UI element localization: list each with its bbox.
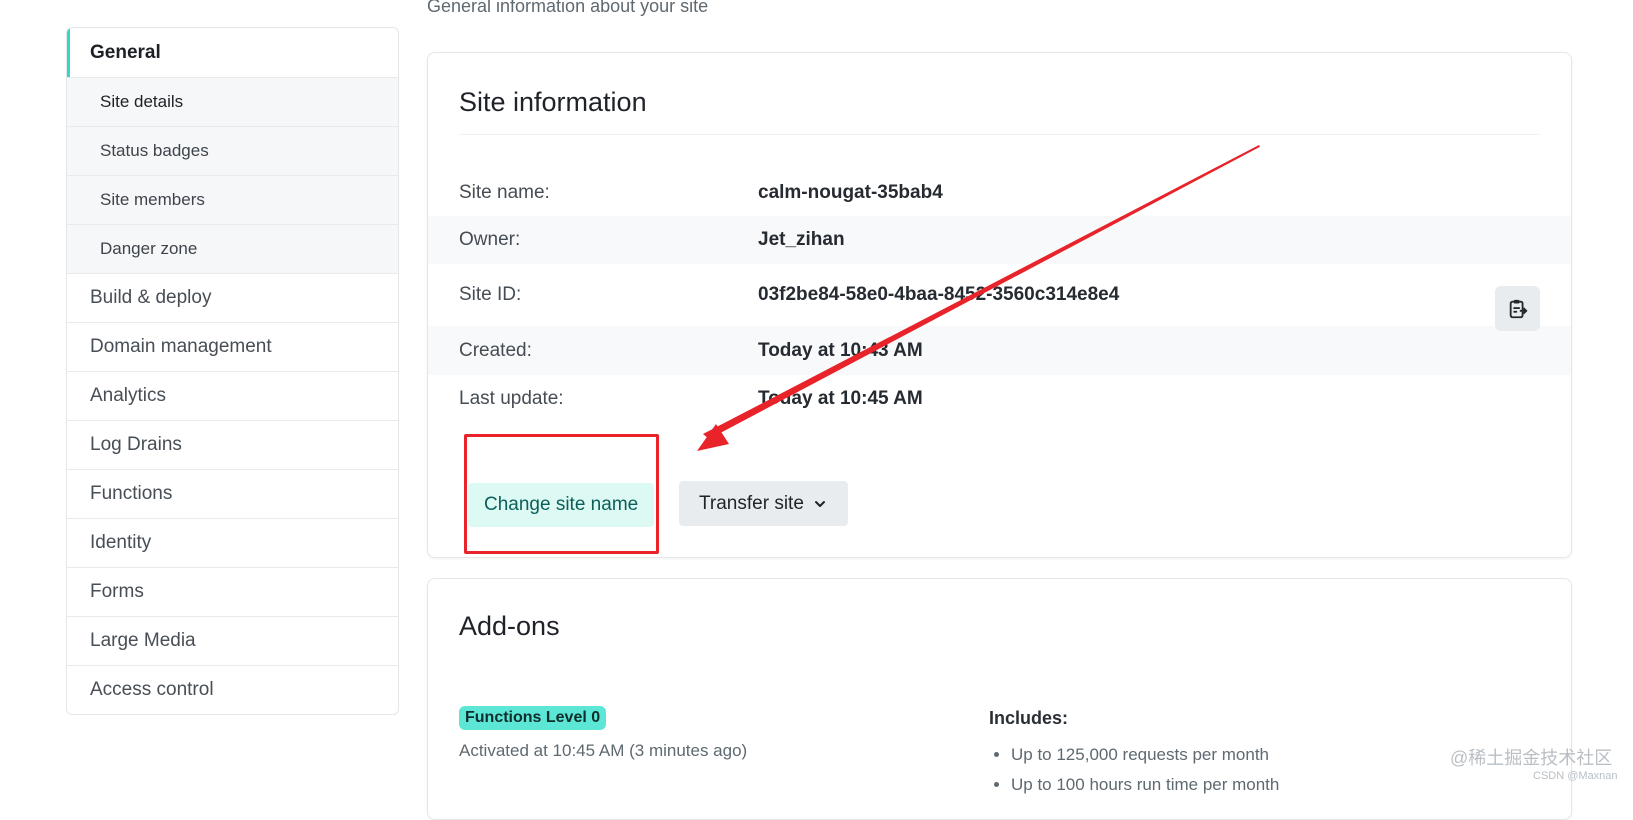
sidebar-item-status-badges[interactable]: Status badges	[67, 126, 398, 175]
site-name-value: calm-nougat-35bab4	[758, 182, 943, 203]
sidebar-item-build-deploy[interactable]: Build & deploy	[67, 273, 398, 322]
sidebar-item-general[interactable]: General	[67, 28, 398, 77]
last-update-value: Today at 10:45 AM	[758, 387, 923, 409]
sidebar-item-access-control[interactable]: Access control	[67, 665, 398, 714]
owner-value: Jet_zihan	[758, 229, 845, 250]
owner-label: Owner:	[459, 229, 521, 250]
page-subtitle: General information about your site	[427, 0, 709, 16]
includes-heading: Includes:	[989, 708, 1069, 728]
watermark-text: @稀土掘金技术社区	[1450, 748, 1613, 768]
settings-sidebar: General Site details Status badges Site …	[66, 27, 399, 715]
copy-site-id-button[interactable]	[1495, 286, 1540, 331]
created-value: Today at 10:43 AM	[758, 339, 923, 361]
site-id-label: Site ID:	[459, 284, 522, 305]
add-ons-title: Add-ons	[459, 611, 560, 641]
addon-activated-text: Activated at 10:45 AM (3 minutes ago)	[459, 741, 748, 760]
title-divider	[459, 134, 1540, 135]
includes-list: Up to 125,000 requests per month Up to 1…	[989, 740, 1279, 800]
info-row-last-update: Last update: Today at 10:45 AM	[428, 375, 1571, 422]
sidebar-item-danger-zone[interactable]: Danger zone	[67, 224, 398, 273]
transfer-site-button[interactable]: Transfer site	[679, 481, 848, 526]
change-site-name-button[interactable]: Change site name	[468, 483, 655, 527]
chevron-down-icon	[814, 500, 825, 507]
functions-level-badge: Functions Level 0	[459, 706, 607, 730]
sidebar-item-forms[interactable]: Forms	[67, 567, 398, 616]
transfer-site-label: Transfer site	[699, 492, 804, 514]
sidebar-item-analytics[interactable]: Analytics	[67, 371, 398, 420]
info-row-owner: Owner: Jet_zihan	[428, 216, 1571, 264]
list-item: Up to 100 hours run time per month	[1011, 770, 1279, 800]
sidebar-item-site-members[interactable]: Site members	[67, 175, 398, 224]
add-ons-card: Add-ons Functions Level 0 Activated at 1…	[427, 578, 1572, 820]
list-item: Up to 125,000 requests per month	[1011, 740, 1279, 770]
sidebar-item-domain-management[interactable]: Domain management	[67, 322, 398, 371]
sidebar-item-identity[interactable]: Identity	[67, 518, 398, 567]
info-row-site-name: Site name: calm-nougat-35bab4	[428, 170, 1571, 216]
site-name-label: Site name:	[459, 182, 550, 203]
info-row-site-id: Site ID: 03f2be84-58e0-4baa-8452-3560c31…	[428, 264, 1571, 326]
sidebar-item-log-drains[interactable]: Log Drains	[67, 420, 398, 469]
watermark-small-text: CSDN @Maxnan	[1533, 770, 1618, 782]
clipboard-copy-icon	[1509, 299, 1528, 318]
created-label: Created:	[459, 339, 532, 361]
sidebar-item-large-media[interactable]: Large Media	[67, 616, 398, 665]
sidebar-item-site-details[interactable]: Site details	[67, 77, 398, 126]
site-id-value: 03f2be84-58e0-4baa-8452-3560c314e8e4	[758, 284, 1120, 305]
site-information-card: Site information Site name: calm-nougat-…	[427, 52, 1572, 558]
sidebar-item-functions[interactable]: Functions	[67, 469, 398, 518]
info-row-created: Created: Today at 10:43 AM	[428, 326, 1571, 375]
last-update-label: Last update:	[459, 387, 564, 409]
site-information-title: Site information	[459, 87, 647, 117]
